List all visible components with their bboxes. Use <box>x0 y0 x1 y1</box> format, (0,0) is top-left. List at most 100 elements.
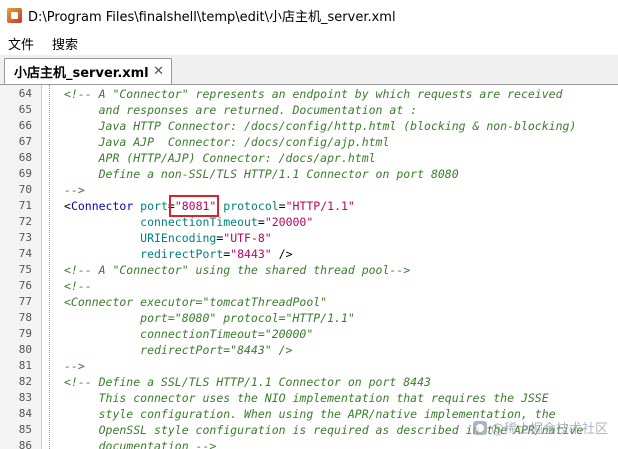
line-number: 69 <box>18 167 32 180</box>
watermark-text: @稀土掘金技术社区 <box>490 422 608 437</box>
code-text: and responses are returned. Documentatio… <box>64 102 418 118</box>
code-line: 69 Define a non-SSL/TLS HTTP/1.1 Connect… <box>0 166 618 182</box>
menu-file[interactable]: 文件 <box>0 34 43 53</box>
code-token: documentation --> <box>64 439 217 449</box>
code-text: This connector uses the NIO implementati… <box>64 390 549 406</box>
tab-bar: 小店主机_server.xml ✕ <box>0 55 618 85</box>
code-line: 74 redirectPort="8443" /> <box>0 246 618 262</box>
tab-label: 小店主机_server.xml <box>14 66 149 81</box>
line-number: 67 <box>18 135 32 148</box>
code-text: port="8080" protocol="HTTP/1.1" <box>64 310 355 326</box>
code-text: URIEncoding="UTF-8" <box>64 230 272 246</box>
code-line: 65 and responses are returned. Documenta… <box>0 102 618 118</box>
line-number: 64 <box>18 87 32 100</box>
code-line: 82 <!-- Define a SSL/TLS HTTP/1.1 Connect… <box>0 374 618 390</box>
code-line: 75 <!-- A "Connector" using the shared th… <box>0 262 618 278</box>
code-token: "UTF-8" <box>223 231 272 245</box>
line-number: 74 <box>18 247 32 260</box>
code-text: redirectPort="8443" /> <box>64 246 293 262</box>
code-editor[interactable]: 64 <!-- A "Connector" represents an endpo… <box>0 85 618 449</box>
code-token: = <box>257 215 265 229</box>
code-token: Define a non-SSL/TLS HTTP/1.1 Connector … <box>64 167 459 181</box>
code-text: documentation --> <box>64 438 217 449</box>
code-line: 78 port="8080" protocol="HTTP/1.1" <box>0 310 618 326</box>
code-token: --> <box>64 183 85 197</box>
code-token: <!-- A "Connector" using the shared thre… <box>64 263 411 277</box>
code-token: Java AJP Connector: /docs/config/ajp.htm… <box>64 135 390 149</box>
line-number: 80 <box>18 343 32 356</box>
code-line: 77 <Connector executor="tomcatThreadPool" <box>0 294 618 310</box>
watermark-logo-icon <box>472 420 487 435</box>
code-token: --> <box>64 359 85 373</box>
code-token: connectionTimeout <box>64 215 258 229</box>
code-line: 81 --> <box>0 358 618 374</box>
code-token: <!-- A "Connector" represents an endpoin… <box>64 87 563 101</box>
code-token: APR (HTTP/AJP) Connector: /docs/apr.html <box>64 151 376 165</box>
port-highlight-box <box>169 195 219 217</box>
line-number: 73 <box>18 231 32 244</box>
line-number: 78 <box>18 311 32 324</box>
line-number: 86 <box>18 439 32 449</box>
code-line: 64 <!-- A "Connector" represents an endpo… <box>0 86 618 102</box>
line-number: 76 <box>18 279 32 292</box>
code-token: < <box>64 199 71 213</box>
code-token: connectionTimeout="20000" <box>64 327 314 341</box>
code-token: Java HTTP Connector: /docs/config/http.h… <box>64 119 577 133</box>
line-number: 66 <box>18 119 32 132</box>
code-token: protocol <box>216 199 279 213</box>
code-line: 73 URIEncoding="UTF-8" <box>0 230 618 246</box>
code-line: 70 --> <box>0 182 618 198</box>
code-text: APR (HTTP/AJP) Connector: /docs/apr.html <box>64 150 376 166</box>
watermark: @稀土掘金技术社区 <box>472 418 608 437</box>
window-title: D:\Program Files\finalshell\temp\edit\小店… <box>28 10 396 25</box>
line-number: 72 <box>18 215 32 228</box>
line-number: 77 <box>18 295 32 308</box>
code-line: 80 redirectPort="8443" /> <box>0 342 618 358</box>
code-line: 67 Java AJP Connector: /docs/config/ajp.… <box>0 134 618 150</box>
code-text: Define a non-SSL/TLS HTTP/1.1 Connector … <box>64 166 459 182</box>
code-line: 86 documentation --> <box>0 438 618 449</box>
code-token: and responses are returned. Documentatio… <box>64 103 418 117</box>
code-token: "8443" <box>230 247 272 261</box>
code-token: redirectPort <box>64 247 224 261</box>
code-text: --> <box>64 358 85 374</box>
code-token: /> <box>271 247 293 261</box>
code-text: <!-- Define a SSL/TLS HTTP/1.1 Connector… <box>64 374 431 390</box>
line-number: 75 <box>18 263 32 276</box>
code-text: Java AJP Connector: /docs/config/ajp.htm… <box>64 134 390 150</box>
code-token: <!-- <box>64 279 92 293</box>
line-number: 84 <box>18 407 32 420</box>
code-line: 66 Java HTTP Connector: /docs/config/htt… <box>0 118 618 134</box>
code-text: redirectPort="8443" /> <box>64 342 292 358</box>
line-number: 68 <box>18 151 32 164</box>
code-token: <Connector executor="tomcatThreadPool" <box>64 295 328 309</box>
menu-search[interactable]: 搜索 <box>43 34 87 53</box>
line-number: 79 <box>18 327 32 340</box>
code-token: URIEncoding <box>64 231 217 245</box>
code-text: --> <box>64 182 85 198</box>
code-token: Connector <box>70 199 134 213</box>
code-token: port <box>133 199 168 213</box>
code-token: "HTTP/1.1" <box>285 199 355 213</box>
code-token: port="8080" protocol="HTTP/1.1" <box>64 311 355 325</box>
code-line: 71 <Connector port="8081" protocol="HTTP/… <box>0 198 618 214</box>
code-line: 68 APR (HTTP/AJP) Connector: /docs/apr.h… <box>0 150 618 166</box>
code-text: <!-- A "Connector" using the shared thre… <box>64 262 410 278</box>
line-number: 83 <box>18 391 32 404</box>
line-number: 71 <box>18 199 32 212</box>
line-number: 70 <box>18 183 32 196</box>
code-line: 72 connectionTimeout="20000" <box>0 214 618 230</box>
code-line: 83 This connector uses the NIO implement… <box>0 390 618 406</box>
line-number: 85 <box>18 423 32 436</box>
code-token: redirectPort="8443" /> <box>64 343 293 357</box>
line-number: 82 <box>18 375 32 388</box>
code-line: 76 <!-- <box>0 278 618 294</box>
code-line: 79 connectionTimeout="20000" <box>0 326 618 342</box>
code-token: "20000" <box>264 215 314 229</box>
close-icon[interactable]: ✕ <box>153 65 164 78</box>
app-icon <box>7 8 22 23</box>
code-token: This connector uses the NIO implementati… <box>64 391 549 405</box>
line-number: 65 <box>18 103 32 116</box>
code-token: <!-- Define a SSL/TLS HTTP/1.1 Connector… <box>64 375 431 389</box>
tab-server-xml[interactable]: 小店主机_server.xml ✕ <box>4 58 172 84</box>
